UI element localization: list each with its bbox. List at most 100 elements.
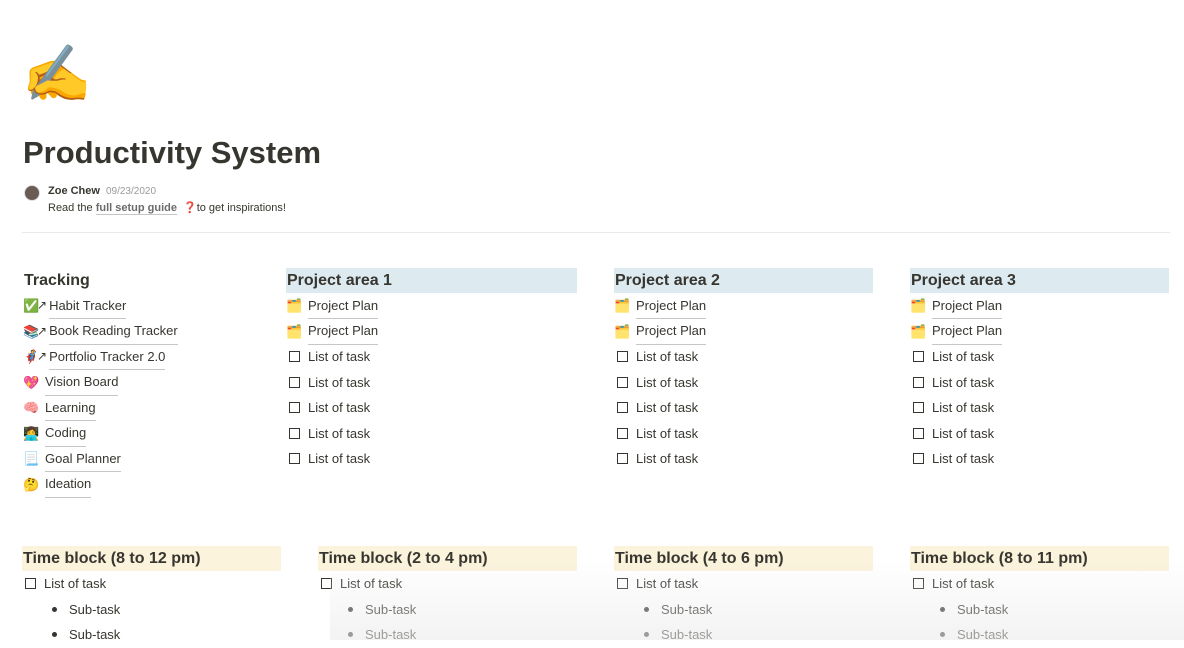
subtask-label[interactable]: Sub-task [365,597,416,623]
subtask-item: Sub-task [22,597,281,623]
todo-checkbox[interactable] [913,376,924,388]
todo-checkbox[interactable] [289,402,300,414]
subtask-label[interactable]: Sub-task [957,597,1008,623]
todo-label[interactable]: List of task [308,446,370,472]
todo-item: List of task [614,571,873,597]
project-plan-link[interactable]: Project Plan [636,318,707,345]
tracking-item[interactable]: 💖 Vision Board [23,370,263,396]
todo-checkbox[interactable] [913,427,924,439]
todo-item: List of task [286,344,577,370]
project-plan-item[interactable]: 🗂️ Project Plan [286,293,577,319]
project-plan-item[interactable]: 🗂️ Project Plan [910,319,1169,345]
todo-checkbox[interactable] [617,351,628,363]
tracking-item-icon: 👩‍💻 [23,425,40,441]
todo-label[interactable]: List of task [932,344,994,370]
todo-item: List of task [910,395,1169,421]
todo-label[interactable]: List of task [636,421,698,447]
tracking-item[interactable]: 👩‍💻 Coding [23,421,263,447]
folder-icon: 🗂️ [286,298,303,313]
todo-checkbox[interactable] [289,453,300,465]
tracking-item[interactable]: ✅ ↗ Habit Tracker [23,293,263,319]
todo-checkbox[interactable] [321,578,332,590]
todo-checkbox[interactable] [289,351,300,363]
tracking-item-link[interactable]: Portfolio Tracker 2.0 [49,344,166,370]
tracking-item-link[interactable]: Coding [45,420,87,447]
subtask-item: Sub-task [318,597,577,623]
tracking-item[interactable]: 📃 Goal Planner [23,446,263,472]
todo-label[interactable]: List of task [636,395,698,421]
todo-checkbox[interactable] [617,402,628,414]
project-area-1: Project area 1 🗂️ Project Plan 🗂️ Project Pl… [286,268,577,472]
tracking-item-link[interactable]: Goal Planner [45,446,121,472]
tracking-item-link[interactable]: Vision Board [45,369,119,396]
subtask-label[interactable]: Sub-task [661,597,712,623]
todo-label[interactable]: List of task [636,571,698,597]
tracking-item[interactable]: 🦸 ↗ Portfolio Tracker 2.0 [23,344,263,370]
tracking-item[interactable]: 📚 ↗ Book Reading Tracker [23,319,263,345]
project-plan-link[interactable]: Project Plan [932,318,1003,345]
todo-label[interactable]: List of task [44,571,106,597]
project-plan-item[interactable]: 🗂️ Project Plan [614,319,873,345]
todo-label[interactable]: List of task [932,395,994,421]
subtask-label[interactable]: Sub-task [365,622,416,648]
project-plan-link[interactable]: Project Plan [636,293,707,319]
project-plan-link[interactable]: Project Plan [308,293,379,319]
todo-checkbox[interactable] [617,376,628,388]
bullet-icon [52,632,57,638]
todo-label[interactable]: List of task [932,571,994,597]
todo-label[interactable]: List of task [308,344,370,370]
subtask-label[interactable]: Sub-task [661,622,712,648]
todo-item: List of task [910,421,1169,447]
tracking-item-icon: 💖 [23,374,40,390]
tracking-item[interactable]: 🧠 Learning [23,395,263,421]
todo-label[interactable]: List of task [932,421,994,447]
todo-checkbox[interactable] [913,453,924,465]
todo-checkbox[interactable] [617,578,628,590]
todo-label[interactable]: List of task [308,395,370,421]
todo-label[interactable]: List of task [932,370,994,396]
todo-label[interactable]: List of task [308,421,370,447]
tracking-item-link[interactable]: Ideation [45,471,92,498]
todo-label[interactable]: List of task [636,370,698,396]
page-icon[interactable]: ✍️ [22,42,92,106]
todo-checkbox[interactable] [289,427,300,439]
todo-checkbox[interactable] [289,376,300,388]
project-plan-link[interactable]: Project Plan [308,318,379,345]
question-icon: ❓ [182,202,197,214]
todo-label[interactable]: List of task [340,571,402,597]
page-title: Productivity System [23,135,322,170]
time-block-heading: Time block (8 to 11 pm) [910,546,1169,571]
todo-label[interactable]: List of task [308,370,370,396]
todo-checkbox[interactable] [25,578,36,590]
subtask-label[interactable]: Sub-task [69,597,120,623]
project-plan-item[interactable]: 🗂️ Project Plan [910,293,1169,319]
subtask-label[interactable]: Sub-task [957,622,1008,648]
time-block-1: Time block (8 to 12 pm) List of task Sub-t… [22,546,281,648]
project-plan-link[interactable]: Project Plan [932,293,1003,319]
folder-icon: 🗂️ [910,323,927,339]
todo-checkbox[interactable] [913,351,924,363]
todo-checkbox[interactable] [913,402,924,414]
setup-guide-link[interactable]: full setup guide [95,202,177,215]
todo-checkbox[interactable] [617,427,628,439]
todo-item: List of task [286,395,577,421]
project-plan-item[interactable]: 🗂️ Project Plan [614,293,873,319]
todo-label[interactable]: List of task [636,446,698,472]
subtask-item: Sub-task [318,622,577,648]
todo-label[interactable]: List of task [932,446,994,472]
todo-item: List of task [614,446,873,472]
todo-item: List of task [614,421,873,447]
tracking-item-link[interactable]: Book Reading Tracker [49,318,178,345]
time-block-heading: Time block (2 to 4 pm) [318,546,577,571]
tracking-item[interactable]: 🤔 Ideation [23,472,263,498]
todo-checkbox[interactable] [913,578,924,590]
todo-checkbox[interactable] [617,453,628,465]
subtask-item: Sub-task [614,597,873,623]
todo-item: List of task [22,571,281,597]
subtask-label[interactable]: Sub-task [69,622,120,648]
todo-label[interactable]: List of task [636,344,698,370]
tracking-item-link[interactable]: Learning [45,395,96,421]
project-plan-item[interactable]: 🗂️ Project Plan [286,319,577,345]
project-area-3: Project area 3 🗂️ Project Plan 🗂️ Project Pl… [910,268,1169,472]
tracking-item-link[interactable]: Habit Tracker [49,293,127,319]
